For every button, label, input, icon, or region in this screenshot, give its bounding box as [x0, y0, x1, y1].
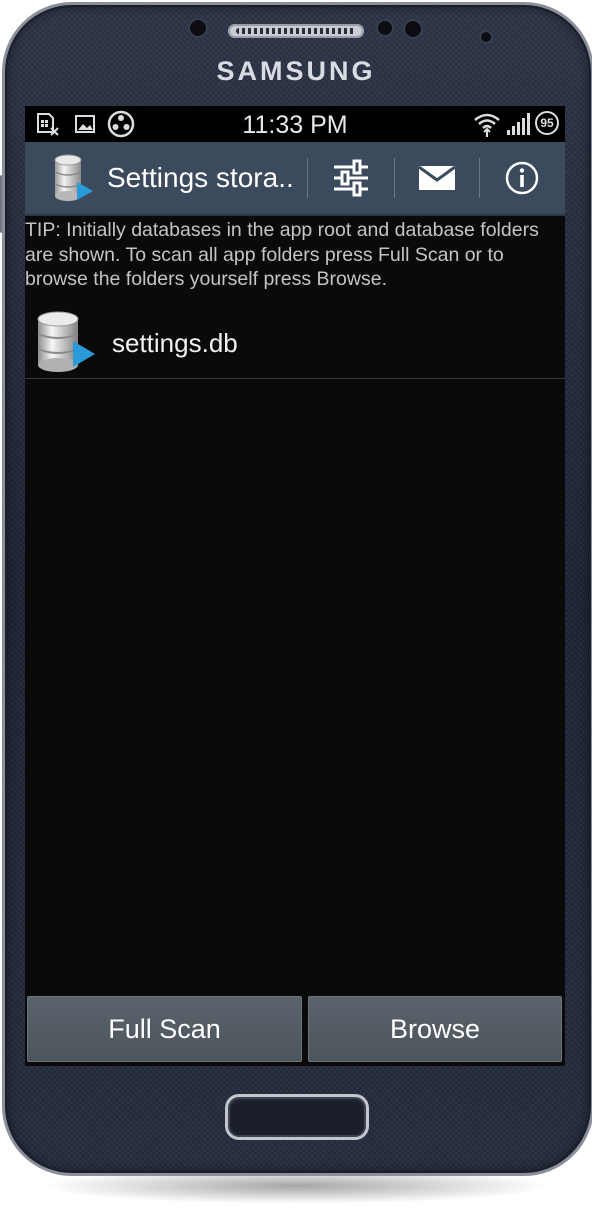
action-bar-title[interactable]: Settings stora..	[107, 162, 294, 194]
front-camera	[403, 19, 423, 39]
settings-button[interactable]	[309, 142, 393, 214]
tip-text: TIP: Initially databases in the app root…	[25, 219, 539, 290]
signal-icon	[507, 113, 530, 135]
light-sensor	[376, 19, 394, 37]
mail-button[interactable]	[395, 142, 479, 214]
info-button[interactable]	[480, 142, 564, 214]
app-icon[interactable]	[51, 154, 95, 202]
proximity-sensor	[188, 18, 208, 38]
sensor-dot	[479, 30, 493, 44]
settings-sliders-icon	[334, 159, 368, 197]
status-bar: 11:33 PM 95	[25, 106, 565, 142]
home-button[interactable]	[225, 1094, 369, 1140]
screen: 11:33 PM 95 Settings stora.. TIP: Initia…	[25, 106, 565, 1066]
info-icon	[505, 161, 539, 195]
full-scan-button[interactable]: Full Scan	[27, 996, 302, 1062]
action-divider	[307, 158, 308, 198]
earpiece-speaker	[228, 24, 364, 38]
browse-button[interactable]: Browse	[308, 996, 562, 1062]
list-item[interactable]: settings.db	[25, 306, 565, 379]
wifi-icon	[474, 113, 500, 137]
mail-icon	[418, 165, 456, 190]
battery-level: 95	[540, 116, 554, 130]
action-bar: Settings stora..	[25, 142, 565, 216]
brand-logo: SAMSUNG	[216, 56, 376, 86]
database-name: settings.db	[112, 328, 238, 358]
battery-icon: 95	[535, 111, 559, 135]
database-icon	[37, 311, 95, 372]
